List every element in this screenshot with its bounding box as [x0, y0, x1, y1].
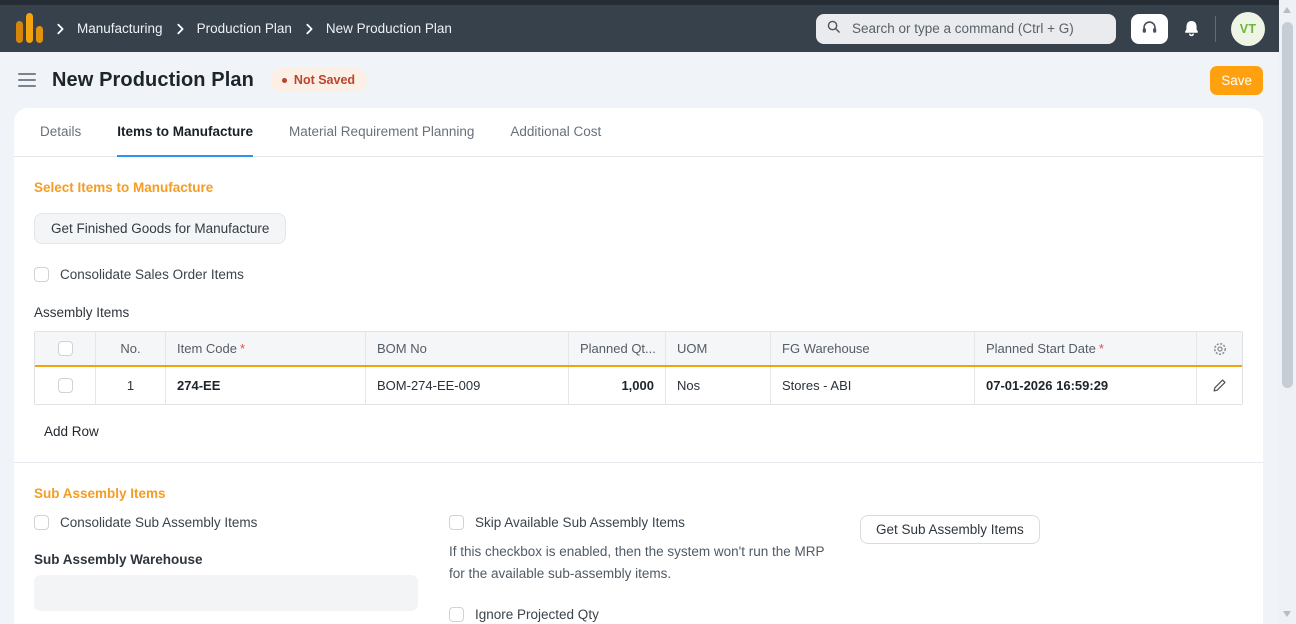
tab-items-to-manufacture[interactable]: Items to Manufacture: [117, 108, 254, 157]
col-header-uom: UOM: [666, 332, 771, 365]
sub-assembly-section: Consolidate Sub Assembly Items Sub Assem…: [34, 515, 1243, 624]
consolidate-sub-assembly-checkbox[interactable]: Consolidate Sub Assembly Items: [34, 515, 419, 530]
col-header-planned-start-date: Planned Start Date *: [975, 332, 1197, 365]
notifications-bell-icon[interactable]: [1183, 20, 1200, 38]
save-button[interactable]: Save: [1210, 65, 1263, 95]
select-all-checkbox[interactable]: [57, 341, 73, 356]
select-all-cell: [35, 332, 96, 365]
breadcrumb: Manufacturing Production Plan New Produc…: [16, 12, 452, 46]
vertical-scrollbar[interactable]: [1279, 0, 1296, 624]
checkbox-label: Ignore Projected Qty: [475, 606, 599, 622]
assembly-items-grid: No. Item Code * BOM No Planned Qt... UOM …: [34, 331, 1243, 405]
grid-settings-gear-icon[interactable]: [1212, 341, 1228, 357]
grid-header-row: No. Item Code * BOM No Planned Qt... UOM …: [35, 332, 1242, 367]
col-header-fg-warehouse: FG Warehouse: [771, 332, 975, 365]
checkbox-icon[interactable]: [34, 267, 49, 282]
sub-assembly-warehouse-input[interactable]: [34, 575, 418, 611]
status-badge-label: Not Saved: [293, 73, 356, 87]
tab-material-requirement-planning[interactable]: Material Requirement Planning: [289, 108, 474, 157]
form-tabs: Details Items to Manufacture Material Re…: [14, 108, 1263, 157]
col-header-item-code: Item Code *: [166, 332, 366, 365]
breadcrumb-manufacturing[interactable]: Manufacturing: [77, 21, 163, 36]
breadcrumb-new-production-plan[interactable]: New Production Plan: [326, 21, 452, 36]
consolidate-sales-order-items-checkbox[interactable]: Consolidate Sales Order Items: [34, 267, 1243, 282]
top-navbar: Manufacturing Production Plan New Produc…: [0, 0, 1279, 52]
uom-cell[interactable]: Nos: [666, 367, 771, 404]
section-heading-select-items: Select Items to Manufacture: [34, 180, 214, 195]
row-checkbox[interactable]: [57, 378, 73, 393]
tab-content: Select Items to Manufacture Get Finished…: [14, 180, 1263, 624]
sub-assembly-right-column: Get Sub Assembly Items: [860, 515, 1040, 624]
page-title: New Production Plan: [52, 68, 254, 91]
section-heading-sub-assembly: Sub Assembly Items: [34, 486, 166, 501]
sidebar-toggle-icon[interactable]: [16, 69, 38, 91]
navbar-divider: [1215, 15, 1216, 42]
checkbox-label: Skip Available Sub Assembly Items: [475, 515, 685, 530]
checkbox-icon[interactable]: [449, 515, 464, 530]
checkbox-icon[interactable]: [34, 515, 49, 530]
form-card: Details Items to Manufacture Material Re…: [14, 108, 1263, 624]
scrollbar-thumb[interactable]: [1282, 22, 1293, 388]
chevron-right-icon: [302, 22, 316, 36]
grid-settings-cell: [1197, 332, 1242, 365]
tab-additional-cost[interactable]: Additional Cost: [510, 108, 601, 157]
col-header-bom-no: BOM No: [366, 332, 569, 365]
navbar-actions: VT: [816, 11, 1265, 46]
col-header-planned-qty: Planned Qt...: [569, 332, 666, 365]
row-select-cell: [35, 367, 96, 404]
chevron-right-icon: [173, 22, 187, 36]
user-avatar[interactable]: VT: [1231, 11, 1265, 46]
planned-start-date-cell[interactable]: 07-01-2026 16:59:29: [975, 367, 1197, 404]
assembly-items-label: Assembly Items: [34, 305, 130, 320]
breadcrumb-production-plan[interactable]: Production Plan: [197, 21, 292, 36]
sub-assembly-middle-column: Skip Available Sub Assembly Items If thi…: [449, 515, 829, 624]
status-dot-icon: [281, 77, 287, 83]
warehouse-help-text: When a parent warehouse is chosen, the s…: [34, 619, 419, 624]
headset-icon: [1141, 20, 1158, 38]
get-finished-goods-button[interactable]: Get Finished Goods for Manufacture: [34, 213, 287, 244]
app-logo-icon[interactable]: [16, 12, 43, 46]
skip-available-sub-assembly-checkbox[interactable]: Skip Available Sub Assembly Items: [449, 515, 829, 530]
edit-row-pencil-icon[interactable]: [1212, 378, 1227, 393]
skip-available-help-text: If this checkbox is enabled, then the sy…: [449, 544, 825, 581]
item-code-cell[interactable]: 274-EE: [166, 367, 366, 404]
tab-details[interactable]: Details: [40, 108, 81, 157]
search-icon: [826, 19, 841, 39]
checkbox-icon[interactable]: [449, 606, 464, 622]
row-number-cell[interactable]: 1: [96, 367, 166, 404]
page-header: New Production Plan Not Saved Save: [0, 52, 1279, 108]
ignore-projected-qty-checkbox[interactable]: Ignore Projected Qty: [449, 606, 829, 622]
get-sub-assembly-items-button[interactable]: Get Sub Assembly Items: [860, 515, 1040, 544]
checkbox-label: Consolidate Sales Order Items: [60, 267, 244, 282]
table-row: 1 274-EE BOM-274-EE-009 1,000 Nos Stores…: [35, 367, 1242, 404]
support-headset-button[interactable]: [1131, 13, 1168, 44]
status-badge: Not Saved: [269, 68, 368, 92]
chevron-right-icon: [53, 22, 67, 36]
scroll-up-icon[interactable]: [1283, 7, 1291, 13]
row-edit-cell: [1197, 367, 1242, 404]
global-search[interactable]: [816, 13, 1116, 44]
app-window: Manufacturing Production Plan New Produc…: [0, 0, 1296, 624]
col-header-no: No.: [96, 332, 166, 365]
add-row-button[interactable]: Add Row: [34, 418, 109, 445]
checkbox-label: Consolidate Sub Assembly Items: [60, 515, 258, 530]
bom-no-cell[interactable]: BOM-274-EE-009: [366, 367, 569, 404]
scroll-down-icon[interactable]: [1283, 611, 1291, 617]
fg-warehouse-cell[interactable]: Stores - ABI: [771, 367, 975, 404]
sub-assembly-warehouse-label: Sub Assembly Warehouse: [34, 552, 203, 567]
planned-qty-cell[interactable]: 1,000: [569, 367, 666, 404]
search-input[interactable]: [850, 20, 1106, 37]
section-divider: [14, 462, 1263, 463]
sub-assembly-left-column: Consolidate Sub Assembly Items Sub Assem…: [34, 515, 419, 624]
